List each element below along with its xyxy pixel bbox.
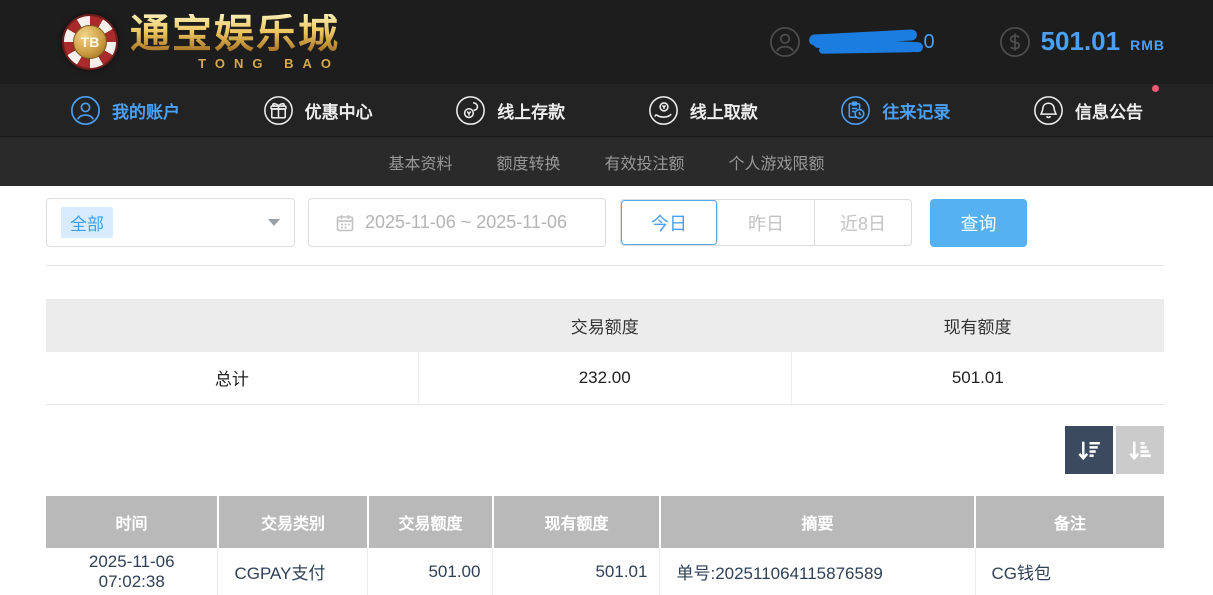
quick-range-last-8-days[interactable]: 近8日 (815, 200, 911, 245)
nav-label: 优惠中心 (305, 98, 373, 123)
sort-ascending-button[interactable] (1116, 426, 1164, 474)
summary-header-row: 交易额度 现有额度 (46, 299, 1164, 352)
clipboard-clock-icon (840, 95, 871, 126)
redacted-username (809, 29, 921, 55)
balance-amount: 501.01 (1041, 26, 1121, 57)
sort-descending-button[interactable] (1065, 426, 1113, 474)
sub-nav: 基本资料 额度转换 有效投注额 个人游戏限额 (0, 137, 1213, 186)
summary-total-label: 总计 (46, 352, 418, 404)
summary-total-row: 总计 232.00 501.01 (46, 352, 1164, 404)
page: TB 通宝娱乐城 TONG BAO 0 (0, 0, 1213, 595)
casino-chip-logo-icon: TB (62, 14, 118, 70)
user-account[interactable]: 0 (769, 26, 934, 58)
nav-label: 往来记录 (882, 98, 950, 123)
nav-item-promotions[interactable]: 优惠中心 (263, 95, 373, 126)
nav-item-withdraw[interactable]: 线上取款 (648, 95, 758, 126)
summary-total-current-balance: 501.01 (791, 352, 1164, 404)
records-header-type: 交易类别 (218, 496, 368, 548)
records-header-transaction-amount: 交易额度 (368, 496, 493, 548)
date-range-value: 2025-11-06 ~ 2025-11-06 (365, 212, 567, 233)
records-header-remark: 备注 (975, 496, 1164, 548)
subnav-item-quota-transfer[interactable]: 额度转换 (496, 150, 560, 174)
summary-header-transaction-amount: 交易额度 (418, 299, 791, 352)
gift-icon (263, 95, 294, 126)
nav-item-deposit[interactable]: 线上存款 (455, 95, 565, 126)
nav-item-transaction-records[interactable]: 往来记录 (840, 95, 950, 126)
withdraw-hand-coin-icon (648, 95, 679, 126)
quick-range-today[interactable]: 今日 (621, 200, 718, 245)
record-remark: CG钱包 (975, 548, 1164, 595)
quick-range-group: 今日 昨日 近8日 (620, 199, 912, 246)
user-icon (769, 26, 801, 58)
sort-ascending-icon (1127, 437, 1154, 464)
summary-total-transaction-amount: 232.00 (418, 352, 791, 404)
divider (46, 265, 1164, 266)
subnav-item-valid-bets[interactable]: 有效投注额 (605, 150, 685, 174)
brand-logo[interactable]: TB 通宝娱乐城 TONG BAO (62, 14, 340, 71)
subnav-item-personal-game-limit[interactable]: 个人游戏限额 (729, 150, 825, 174)
nav-item-my-account[interactable]: 我的账户 (70, 95, 180, 126)
record-type: CGPAY支付 (218, 548, 368, 595)
selected-option: 全部 (61, 207, 113, 238)
sort-controls (1065, 426, 1164, 474)
records-header-current-balance: 现有额度 (493, 496, 660, 548)
quick-range-yesterday[interactable]: 昨日 (718, 200, 815, 245)
main-nav: 我的账户 优惠中心 (0, 84, 1213, 137)
notification-dot (1152, 85, 1159, 92)
bell-icon (1033, 95, 1064, 126)
record-time: 2025-11-06 07:02:38 (46, 548, 218, 595)
table-row: 2025-11-06 07:02:38 CGPAY支付 501.00 501.0… (46, 548, 1164, 595)
summary-header-current-balance: 现有额度 (791, 299, 1164, 352)
user-circle-icon (70, 95, 101, 126)
brand-title: 通宝娱乐城 (130, 14, 340, 54)
balance-display[interactable]: 501.01 RMB (999, 26, 1165, 58)
nav-label: 信息公告 (1075, 98, 1143, 123)
nav-item-announcements[interactable]: 信息公告 (1033, 95, 1143, 126)
records-header-time: 时间 (46, 496, 218, 548)
date-range-input[interactable]: 2025-11-06 ~ 2025-11-06 (308, 198, 606, 247)
nav-label: 我的账户 (112, 98, 180, 123)
record-current-balance: 501.01 (493, 548, 660, 595)
header: TB 通宝娱乐城 TONG BAO 0 (0, 0, 1213, 84)
brand-subtitle: TONG BAO (130, 56, 340, 71)
sort-descending-icon (1076, 437, 1103, 464)
transaction-type-select[interactable]: 全部 (46, 198, 295, 247)
query-button[interactable]: 查询 (930, 199, 1027, 247)
header-right: 0 501.01 RMB (769, 26, 1165, 58)
calendar-icon (335, 213, 355, 233)
brand-text: 通宝娱乐城 TONG BAO (130, 14, 340, 71)
records-header-summary: 摘要 (660, 496, 975, 548)
records-header-row: 时间 交易类别 交易额度 现有额度 摘要 备注 (46, 496, 1164, 548)
dollar-icon (999, 26, 1031, 58)
nav-label: 线上存款 (497, 98, 565, 123)
nav-label: 线上取款 (690, 98, 758, 123)
chip-monogram: TB (73, 25, 107, 59)
balance-currency: RMB (1130, 37, 1165, 53)
username-visible-suffix: 0 (923, 31, 934, 54)
summary-table: 交易额度 现有额度 总计 232.00 501.01 (46, 299, 1164, 405)
summary-header-empty (46, 299, 418, 352)
record-summary: 单号:202511064115876589 (660, 548, 975, 595)
subnav-item-basic-info[interactable]: 基本资料 (388, 150, 452, 174)
deposit-hand-coin-icon (455, 95, 486, 126)
record-transaction-amount: 501.00 (368, 548, 493, 595)
chevron-down-icon (268, 219, 280, 226)
records-table: 时间 交易类别 交易额度 现有额度 摘要 备注 2025-11-06 07:02… (46, 496, 1164, 595)
